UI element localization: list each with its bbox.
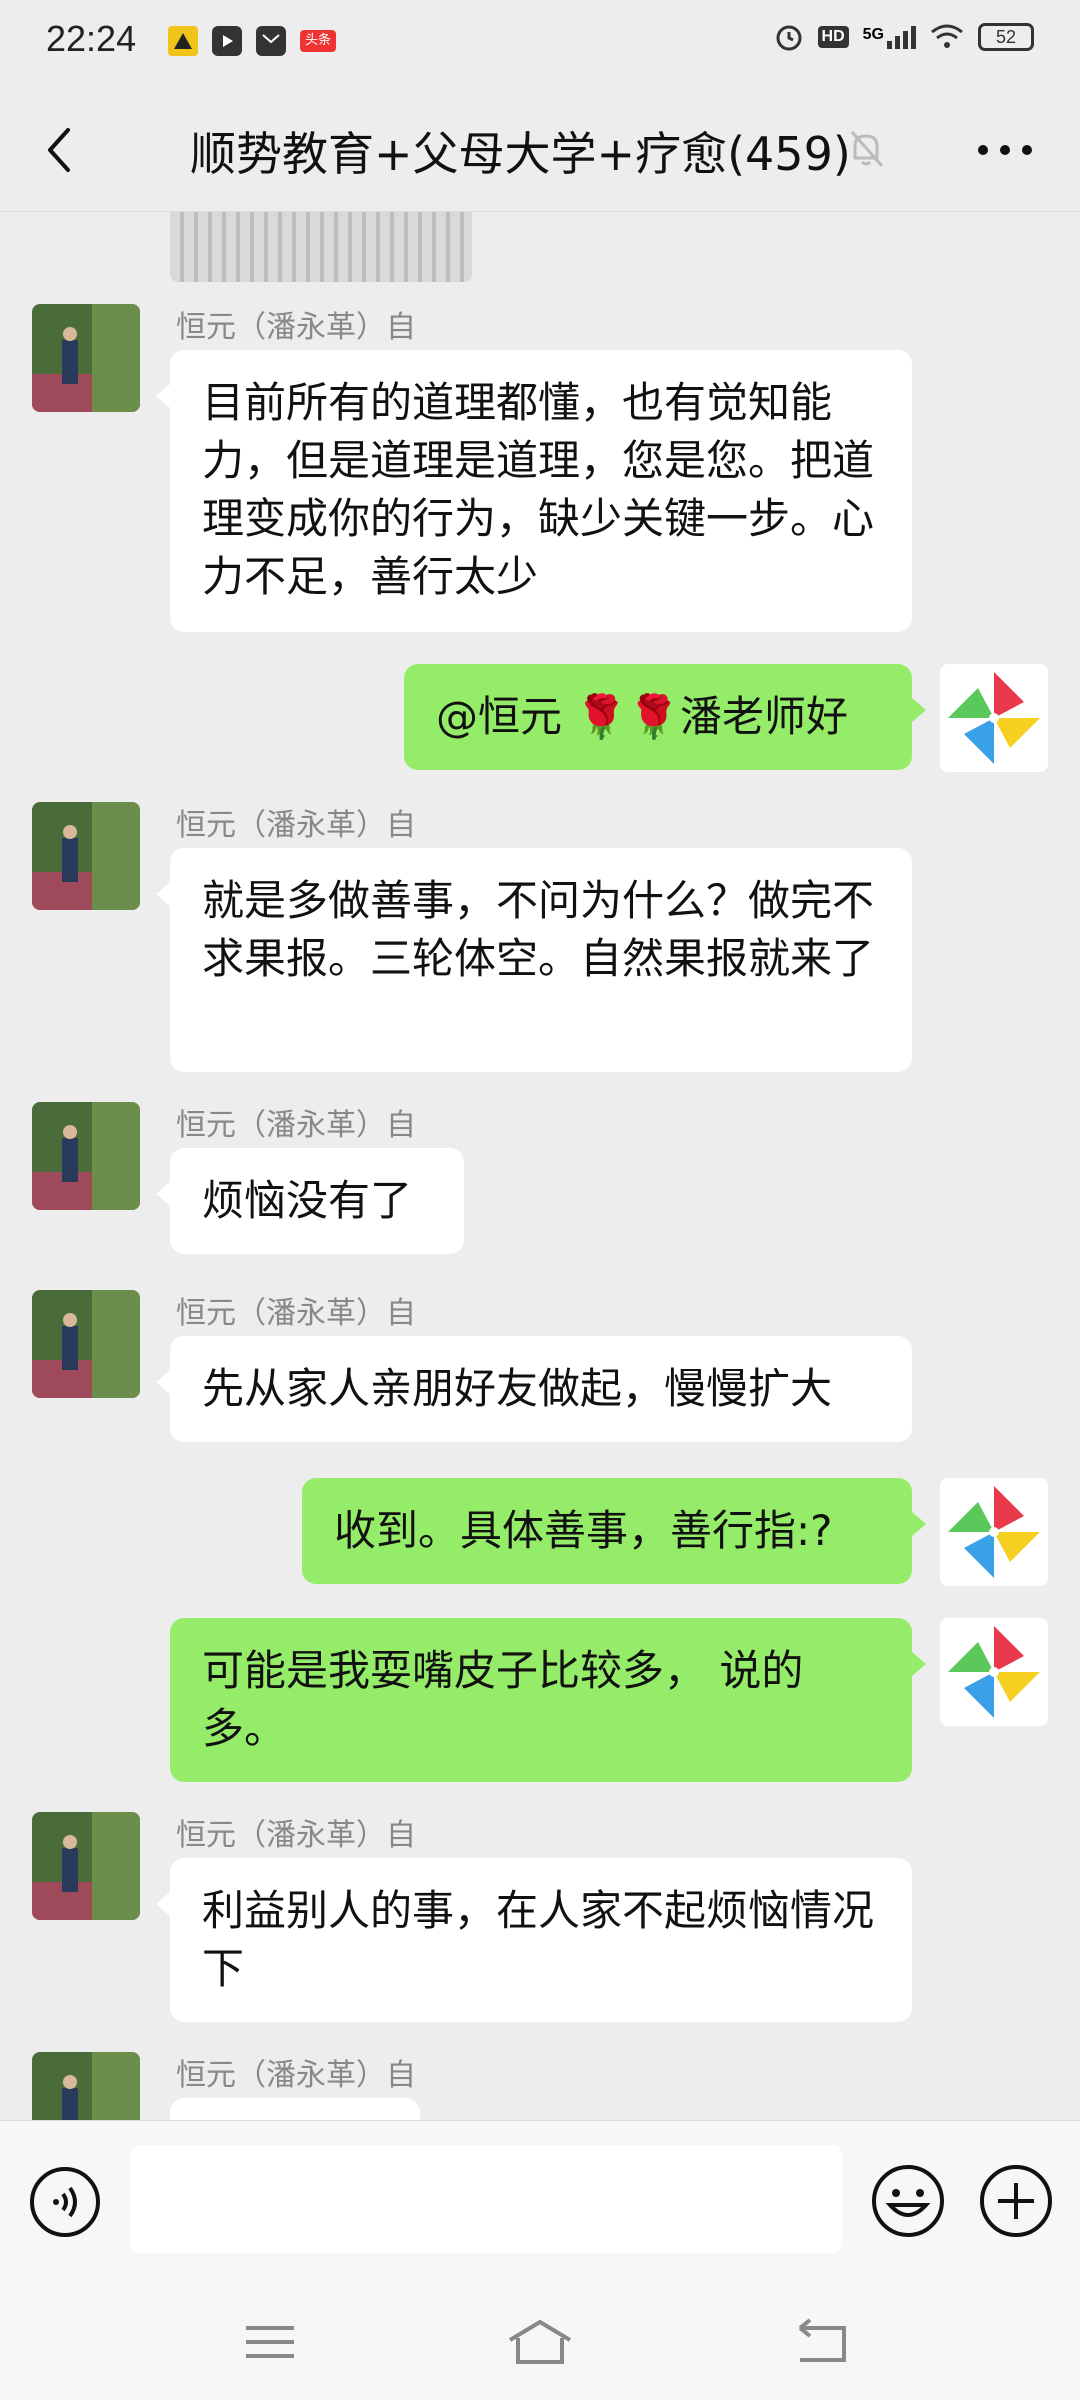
emoji-icon[interactable]	[870, 2163, 946, 2239]
sender-name: 恒元（潘永革）自	[176, 2058, 416, 2093]
message-bubble-incoming[interactable]: 就是多做善事，不问为什么？做完不求果报。三轮体空。自然果报就来了	[156, 848, 912, 1072]
sender-name: 恒元（潘永革）自	[176, 1818, 416, 1853]
plus-icon[interactable]	[978, 2163, 1054, 2239]
voice-input-icon[interactable]	[28, 2165, 102, 2239]
menu-icon[interactable]	[234, 2312, 306, 2372]
sender-name: 恒元（潘永革）自	[176, 310, 416, 345]
system-nav-bar	[0, 2280, 1080, 2400]
avatar-sender[interactable]	[32, 1290, 140, 1398]
back-nav-icon[interactable]	[786, 2312, 858, 2372]
message-bubble-incoming[interactable]: 先从家人亲朋好友做起，慢慢扩大	[156, 1336, 912, 1442]
chat-title: 顺势教育+父母大学+疗愈(459)	[190, 127, 851, 181]
message-bubble-outgoing[interactable]: 可能是我耍嘴皮子比较多， 说的多。	[170, 1618, 926, 1782]
network-type: 5G	[862, 25, 884, 43]
avatar-self[interactable]	[940, 664, 1048, 772]
avatar-sender[interactable]	[32, 802, 140, 910]
message-bubble-outgoing[interactable]: @恒元 🌹🌹潘老师好	[404, 664, 926, 770]
avatar-sender[interactable]	[32, 1102, 140, 1210]
signal-icon: 5G	[862, 25, 916, 49]
home-icon[interactable]	[504, 2312, 576, 2372]
message-list[interactable]: 恒元（潘永革）自 目前所有的道理都懂，也有觉知能力，但是道理是道理，您是您。把道…	[0, 212, 1080, 2120]
sender-name: 恒元（潘永革）自	[176, 1108, 416, 1143]
pinwheel-icon	[940, 1478, 1048, 1586]
avatar-sender[interactable]	[32, 2052, 140, 2120]
pinwheel-icon	[940, 1618, 1048, 1726]
avatar-sender[interactable]	[32, 304, 140, 412]
status-bar: 22:24 头条 HD 5G 52	[0, 0, 1080, 84]
avatar-self[interactable]	[940, 1478, 1048, 1586]
message-bubble-incoming[interactable]: 烦恼没有了	[156, 1148, 464, 1254]
message-bubble-incoming[interactable]: 利益别人的事，在人家不起烦恼情况下	[156, 1858, 912, 2022]
news-icon: 头条	[300, 30, 336, 52]
system-icons: HD 5G 52	[774, 22, 1034, 52]
hd-icon: HD	[817, 26, 849, 48]
sender-name: 恒元（潘永革）自	[176, 808, 416, 843]
notification-icons: 头条	[168, 26, 336, 56]
avatar-self[interactable]	[940, 1618, 1048, 1726]
message-bubble-outgoing[interactable]: 收到。具体善事，善行指:?	[302, 1478, 926, 1584]
message-bubble-incoming[interactable]: 目前所有的道理都懂，也有觉知能力，但是道理是道理，您是您。把道理变成你的行为，缺…	[156, 350, 912, 632]
image-message-thumbnail[interactable]	[170, 212, 472, 282]
warning-icon	[168, 26, 198, 56]
message-bubble-incoming[interactable]	[170, 2098, 420, 2120]
alarm-icon	[776, 25, 802, 51]
back-button[interactable]	[34, 120, 84, 180]
sender-name: 恒元（潘永革）自	[176, 1296, 416, 1331]
wifi-icon	[931, 24, 963, 48]
avatar-sender[interactable]	[32, 1812, 140, 1920]
mute-bell-icon	[850, 131, 884, 167]
mail-icon	[256, 26, 286, 56]
chat-header: 顺势教育+父母大学+疗愈(459)	[0, 84, 1080, 212]
chat-input-bar	[0, 2120, 1080, 2280]
play-icon	[212, 26, 242, 56]
more-options-button[interactable]	[975, 140, 1035, 160]
message-input[interactable]	[130, 2145, 842, 2253]
battery-icon: 52	[978, 23, 1034, 51]
pinwheel-icon	[940, 664, 1048, 772]
status-time: 22:24	[46, 18, 137, 59]
